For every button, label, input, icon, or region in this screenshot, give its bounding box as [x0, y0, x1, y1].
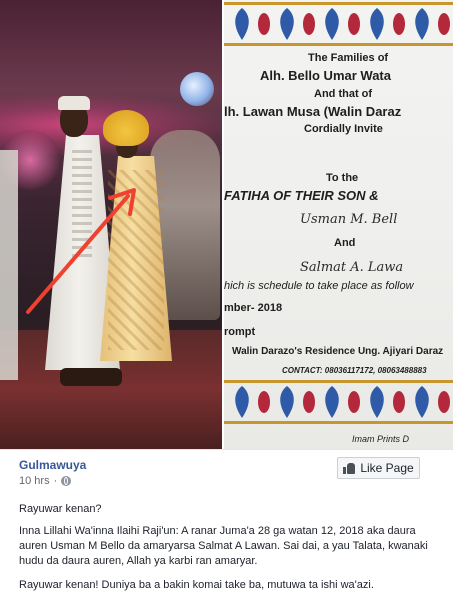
post-paragraph-2: Inna Lillahi Wa'inna Ilaihi Raji'un: A r… — [19, 525, 428, 567]
invitation-groom-name: Usman M. Bell — [300, 212, 398, 227]
invitation-fatiha: FATIHA OF THEIR SON & — [224, 188, 379, 203]
post-paragraph-3: Rayuwar kenan! Duniya ba a bakin komai t… — [19, 579, 374, 591]
globe-icon — [61, 476, 72, 486]
ornament-motif-row — [235, 8, 450, 40]
invitation-families-line: The Families of — [308, 52, 389, 64]
post-paragraph-1: Rayuwar kenan? — [19, 503, 102, 515]
invitation-prompt: rompt — [224, 326, 256, 338]
meta-separator: · — [53, 475, 58, 487]
invitation-printer: Imam Prints D — [352, 434, 410, 444]
invitation-photo[interactable]: The Families of Alh. Bello Umar Wata And… — [224, 0, 453, 449]
post-photos[interactable]: The Families of Alh. Bello Umar Wata And… — [0, 0, 453, 449]
invitation-date: mber- 2018 — [224, 302, 283, 314]
invitation-bottom-border — [224, 380, 453, 424]
invitation-bride-name: Salmat A. Lawa — [300, 260, 404, 275]
post-divider — [0, 449, 453, 450]
invitation-contact: CONTACT: 08036117172, 08063488883 — [282, 366, 427, 375]
thumbs-up-icon — [343, 462, 356, 474]
invitation-and: And — [334, 237, 356, 249]
invitation-host2: lh. Lawan Musa (Walin Daraz — [224, 104, 402, 119]
invitation-and-that: And that of — [314, 88, 373, 100]
invitation-to-the: To the — [326, 172, 359, 184]
invitation-cordially: Cordially Invite — [304, 123, 383, 135]
couple-photo[interactable] — [0, 0, 222, 449]
ornament-motif-row — [235, 386, 450, 418]
invitation-venue: Walin Darazo's Residence Ung. Ajiyari Da… — [232, 346, 444, 357]
post-timestamp[interactable]: 10 hrs — [19, 475, 50, 487]
post-meta: 10 hrs · — [19, 475, 72, 487]
invitation-schedule: hich is schedule to take place as follow — [224, 280, 414, 292]
invitation-top-border — [224, 2, 453, 46]
invitation-host1: Alh. Bello Umar Wata — [260, 68, 391, 83]
red-arrow-annotation — [26, 188, 136, 314]
post-body: Gulmawuya 10 hrs · Like Page Rayuwar ken… — [0, 449, 453, 600]
page-name-link[interactable]: Gulmawuya — [19, 458, 86, 472]
like-page-label: Like Page — [360, 461, 414, 475]
like-page-button[interactable]: Like Page — [337, 457, 420, 479]
